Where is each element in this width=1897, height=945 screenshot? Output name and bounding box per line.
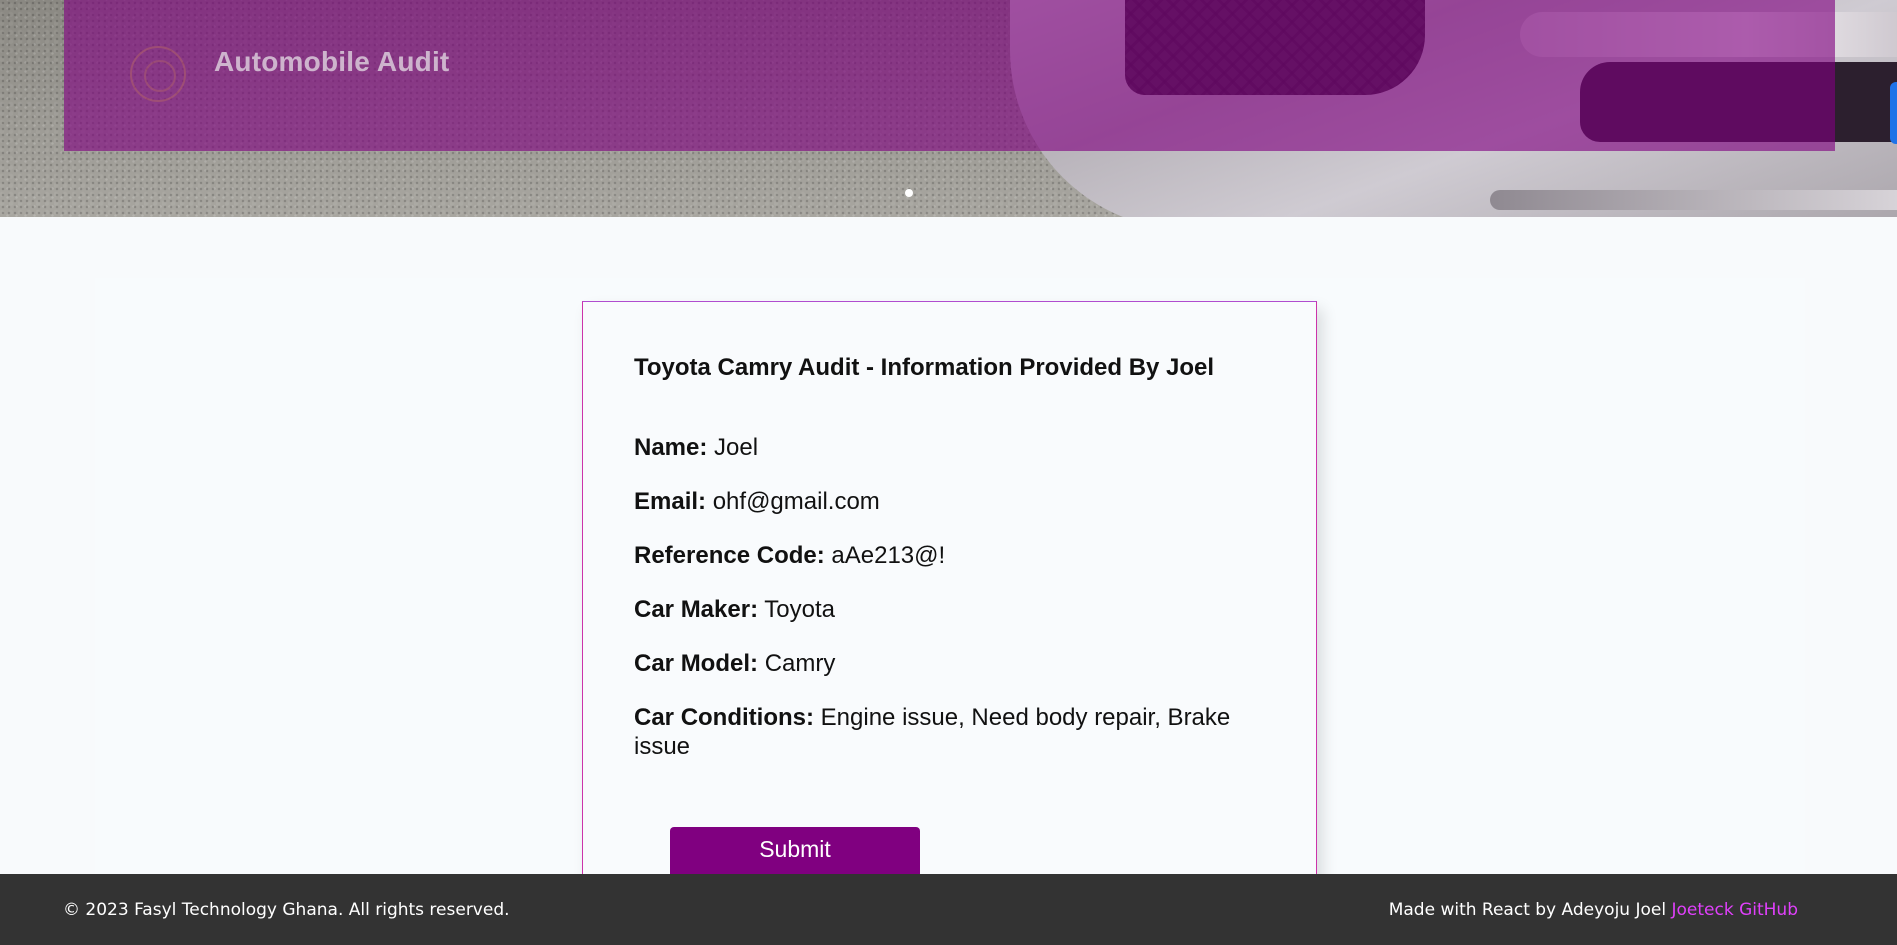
field-label: Name: bbox=[634, 434, 708, 461]
carousel-indicator[interactable] bbox=[905, 189, 913, 197]
field-reference-code: Reference Code: aAe213@! bbox=[634, 541, 1274, 570]
footer-copyright: © 2023 Fasyl Technology Ghana. All right… bbox=[63, 900, 510, 920]
brand-title[interactable]: Automobile Audit bbox=[214, 46, 449, 78]
field-label: Car Model: bbox=[634, 650, 759, 677]
field-car-conditions: Car Conditions: Engine issue, Need body … bbox=[634, 703, 1274, 761]
field-email: Email: ohf@gmail.com bbox=[634, 487, 1274, 516]
footer-made-with: Made with React by Adeyoju Joel bbox=[1388, 900, 1667, 920]
field-label: Car Maker: bbox=[634, 596, 759, 623]
field-label: Email: bbox=[634, 488, 707, 515]
car-lower-trim bbox=[1490, 190, 1897, 210]
footer: © 2023 Fasyl Technology Ghana. All right… bbox=[0, 874, 1897, 945]
github-link[interactable]: Joeteck GitHub bbox=[1671, 900, 1798, 920]
field-value: Joel bbox=[714, 434, 759, 461]
field-car-model: Car Model: Camry bbox=[634, 649, 1274, 678]
side-edge-button[interactable] bbox=[1890, 82, 1897, 144]
footer-credit: Made with React by Adeyoju Joel Joeteck … bbox=[1389, 900, 1798, 920]
audit-summary-card: Toyota Camry Audit - Information Provide… bbox=[582, 301, 1317, 921]
circle-logo-icon[interactable] bbox=[130, 46, 186, 102]
field-label: Reference Code: bbox=[634, 542, 825, 569]
field-value: ohf@gmail.com bbox=[712, 488, 880, 515]
field-value: Camry bbox=[764, 650, 836, 677]
hero-carousel: Automobile Audit bbox=[0, 0, 1897, 217]
field-car-maker: Car Maker: Toyota bbox=[634, 595, 1274, 624]
page: Automobile Audit Toyota Camry Audit - In… bbox=[0, 0, 1897, 945]
field-label: Car Conditions: bbox=[634, 704, 814, 731]
field-name: Name: Joel bbox=[634, 433, 1274, 462]
field-value: aAe213@! bbox=[831, 542, 946, 569]
field-value: Toyota bbox=[764, 596, 836, 623]
card-title: Toyota Camry Audit - Information Provide… bbox=[634, 354, 1215, 381]
